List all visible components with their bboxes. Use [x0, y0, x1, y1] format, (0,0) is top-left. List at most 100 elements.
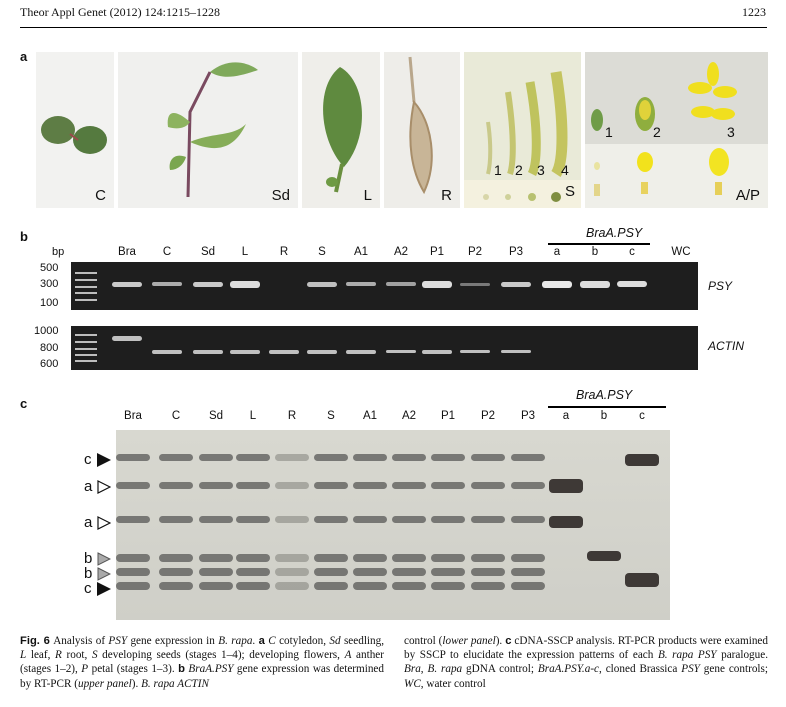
caption-run: root,	[61, 649, 92, 662]
flower-stage-2: 2	[653, 124, 661, 140]
ladder-band	[75, 334, 97, 336]
sscp-band	[471, 482, 505, 489]
sscp-lane-label: P1	[440, 410, 456, 422]
sscp-band	[116, 554, 150, 562]
sscp-band	[511, 482, 545, 489]
bp-label: bp	[52, 246, 65, 258]
ladder-band	[75, 341, 97, 343]
caption-run: Bra	[404, 663, 421, 676]
psy-band	[422, 280, 452, 288]
actin-ladder-600: 600	[40, 358, 59, 370]
sscp-bracket-label: BraA.PSY	[576, 388, 633, 402]
sscp-band	[587, 551, 621, 561]
psy-gel	[71, 262, 698, 310]
seeds-illustration	[464, 71, 581, 208]
sscp-band	[353, 454, 387, 461]
caption-run: ).	[131, 677, 142, 690]
sscp-band	[275, 554, 309, 562]
sscp-marker-a-lower: a	[84, 514, 93, 531]
sscp-band	[392, 482, 426, 489]
sscp-band	[471, 554, 505, 562]
gel-lane-label: A1	[353, 246, 369, 258]
actin-gel	[71, 326, 698, 370]
caption-run: developing seeds (stages 1–4); developin…	[97, 649, 345, 662]
caption-run: seedling,	[340, 635, 385, 647]
sscp-band	[471, 568, 505, 576]
caption-run: petal (stages 1–3).	[88, 663, 179, 676]
sscp-band	[275, 454, 309, 461]
seed-stage-4: 4	[561, 162, 569, 178]
sscp-band	[159, 516, 193, 523]
cotyledon-illustration	[41, 116, 107, 154]
caption-run: BraA.PSY	[188, 663, 234, 676]
open-arrow-icon	[97, 480, 111, 494]
sscp-lane-label: P3	[520, 410, 536, 422]
sscp-lane-label: A1	[362, 410, 378, 422]
sscp-band	[275, 582, 309, 590]
sscp-band	[511, 516, 545, 523]
sscp-band	[314, 582, 348, 590]
sscp-band	[199, 482, 233, 489]
sscp-band	[314, 554, 348, 562]
caption-run: control (	[404, 635, 443, 647]
filled-arrow-icon	[97, 582, 111, 596]
psy-band	[152, 282, 182, 286]
caption-run: B. rapa	[218, 635, 253, 647]
actin-band	[269, 350, 299, 354]
ladder-band	[75, 299, 97, 301]
root-illustration	[408, 56, 433, 195]
caption-run: cotyledon,	[275, 635, 330, 647]
sscp-band	[471, 582, 505, 590]
ladder-band	[75, 279, 97, 281]
sscp-band	[159, 568, 193, 576]
photo-label-sd: Sd	[271, 187, 290, 204]
caption-fig-number: Fig. 6	[20, 635, 50, 647]
sscp-band	[199, 582, 233, 590]
sscp-band	[549, 516, 583, 528]
caption-run: BraA.PSY.a-c	[537, 663, 600, 676]
sscp-lane-label: R	[287, 410, 297, 422]
photo-label-c: C	[95, 187, 106, 204]
photo-leaf: L	[302, 52, 380, 208]
gel-lane-label: Sd	[200, 246, 216, 258]
sscp-band	[431, 568, 465, 576]
caption-run: PSY	[681, 663, 700, 676]
sscp-band	[625, 454, 659, 466]
caption-run: Analysis of	[53, 635, 109, 647]
gel-lane-label: b	[591, 246, 599, 258]
sscp-band	[199, 554, 233, 562]
caption-run: B. rapa	[427, 663, 463, 676]
photo-label-ap: A/P	[735, 187, 760, 204]
psy-band	[307, 281, 337, 287]
actin-ladder-800: 800	[40, 342, 59, 354]
caption-run: ).	[495, 635, 506, 647]
actin-band	[152, 350, 182, 354]
seed-stage-3: 3	[537, 162, 545, 178]
actin-band	[230, 350, 260, 354]
caption-run: upper panel	[77, 677, 132, 690]
sscp-band	[431, 454, 465, 461]
photo-flowers: 1 2 3 A/P	[585, 52, 768, 208]
photo-seedling: Sd	[118, 52, 298, 208]
sscp-lane-label: b	[600, 410, 608, 422]
photo-cotyledon: C	[36, 52, 114, 208]
sscp-lane-label: Bra	[124, 410, 142, 422]
gel-lane-label: WC	[671, 246, 691, 258]
sscp-bracket-line	[548, 406, 666, 408]
sscp-band	[549, 479, 583, 493]
caption-run: C	[268, 635, 276, 647]
sscp-band	[431, 516, 465, 523]
caption-run: lower panel	[442, 635, 496, 647]
caption-run: , water control	[420, 677, 486, 690]
caption-run: PSY	[108, 635, 128, 647]
caption-run: gene controls;	[699, 663, 768, 676]
sscp-band	[392, 582, 426, 590]
actin-band	[501, 350, 531, 353]
sscp-lane-label: L	[249, 410, 257, 422]
gel-lane-label: P1	[429, 246, 445, 258]
psy-ladder-300: 300	[40, 278, 59, 290]
header-rule	[20, 27, 767, 28]
sscp-band	[471, 454, 505, 461]
gel-lane-label: Bra	[118, 246, 136, 258]
gray-arrow-icon	[97, 567, 111, 581]
